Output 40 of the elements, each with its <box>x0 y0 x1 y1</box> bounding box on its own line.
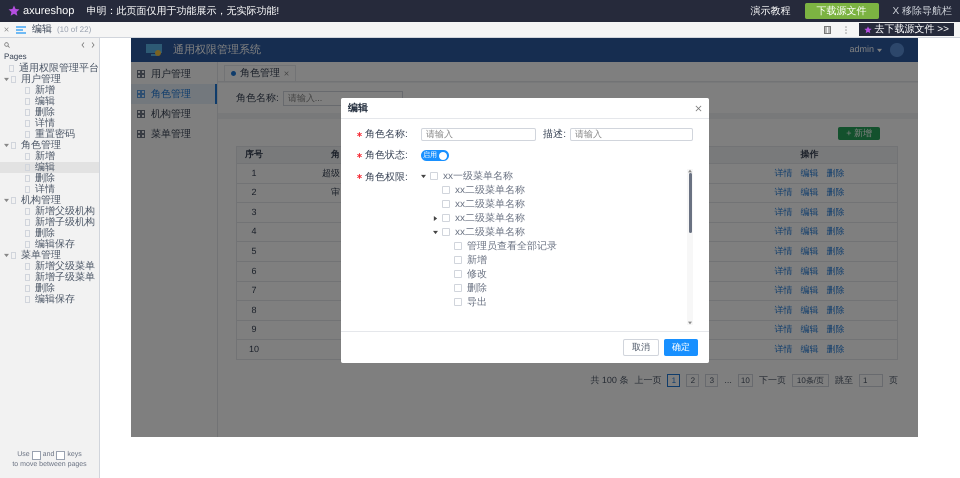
field-label: 角色名称: <box>365 128 408 142</box>
tree-label: 导出 <box>467 296 487 310</box>
table-cell-text: 9 <box>250 323 258 336</box>
tree-label: 管理员查看全部记录 <box>467 240 557 254</box>
table-cell-text: 2 <box>250 186 258 200</box>
table-cell-text: 5 <box>250 244 258 258</box>
notice-text: 申明：此页面仅用于功能展示，无实际功能! <box>86 4 280 18</box>
column-header: 序号 <box>244 148 264 162</box>
tree-label: 修改 <box>467 268 487 282</box>
logo-text: axureshop <box>23 4 74 19</box>
field-label: 角色状态: <box>365 148 408 163</box>
table-cell-text: 6 <box>250 264 258 278</box>
pages-heading: Pages <box>3 52 28 62</box>
tree-label: xx二级菜单名称 <box>455 198 525 212</box>
field-label: 角色权限: <box>365 170 408 185</box>
total-count: 共 100 条 <box>590 374 628 387</box>
table-cell-text: 4 <box>250 225 258 238</box>
table-cell-text: 7 <box>250 284 258 298</box>
page-unit: 页 <box>889 374 898 387</box>
tree-label: 删除 <box>467 282 487 296</box>
tree-label: 新增 <box>467 254 487 268</box>
jump-label: 跳至 <box>835 374 853 387</box>
tree-label: xx二级菜单名称 <box>455 226 525 240</box>
table-cell-text: 3 <box>250 206 258 219</box>
table-cell-text: 8 <box>250 304 258 317</box>
table-cell: 超级 <box>322 168 340 178</box>
app-title: 通用权限管理系统 <box>173 42 261 58</box>
table-cell: 审 <box>331 187 340 198</box>
filter-label: 角色名称: <box>236 92 279 106</box>
field-label: 描述: <box>543 128 566 142</box>
tree-label: xx二级菜单名称 <box>455 212 525 226</box>
column-header: 角 <box>330 148 341 162</box>
column-header: 操作 <box>800 148 820 162</box>
table-cell-text: 1 <box>250 166 258 180</box>
tree-label: xx二级菜单名称 <box>455 184 525 198</box>
tree-label: xx一级菜单名称 <box>443 170 513 184</box>
table-cell-text: 10 <box>248 342 260 356</box>
page-count: (10 of 22) <box>57 24 92 36</box>
ellipsis: ... <box>724 374 732 387</box>
page-title: 编辑 <box>32 22 52 37</box>
